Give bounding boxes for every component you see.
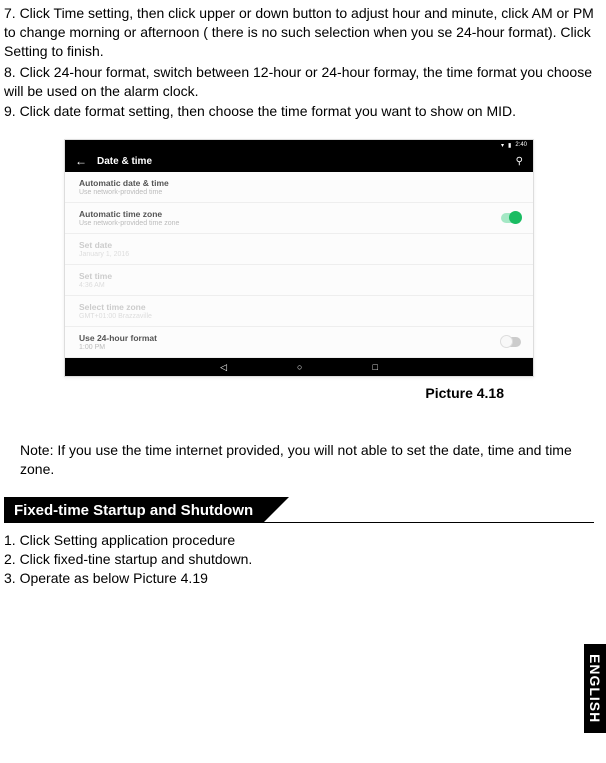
- search-icon[interactable]: ⚲: [516, 156, 523, 167]
- status-time: 2:40: [515, 142, 527, 148]
- nav-back-icon[interactable]: ◁: [220, 362, 227, 373]
- sub-use-24h: 1:00 PM: [79, 344, 521, 351]
- instruction-7: 7. Click Time setting, then click upper …: [4, 4, 594, 61]
- step-1: 1. Click Setting application procedure: [4, 531, 594, 550]
- tablet-nav-bar: ◁ ○ □: [65, 358, 533, 376]
- section-title: Fixed-time Startup and Shutdown: [4, 497, 263, 523]
- step-2: 2. Click fixed-tine startup and shutdown…: [4, 550, 594, 569]
- sub-set-date: January 1, 2016: [79, 251, 521, 258]
- toggle-auto-timezone[interactable]: [501, 213, 521, 223]
- instruction-9: 9. Click date format setting, then choos…: [4, 102, 594, 121]
- wifi-icon: ▾: [501, 142, 504, 149]
- row-auto-timezone[interactable]: Automatic time zone Use network-provided…: [65, 203, 533, 234]
- label-set-time: Set time: [79, 271, 521, 281]
- note-text: Note: If you use the time internet provi…: [20, 441, 594, 479]
- label-set-date: Set date: [79, 240, 521, 250]
- row-set-time: Set time 4:36 AM: [65, 265, 533, 296]
- toggle-use-24h[interactable]: [501, 337, 521, 347]
- label-use-24h: Use 24-hour format: [79, 333, 521, 343]
- nav-recent-icon[interactable]: □: [372, 362, 377, 372]
- row-use-24h[interactable]: Use 24-hour format 1:00 PM: [65, 327, 533, 358]
- picture-caption: Picture 4.18: [64, 385, 534, 401]
- step-3: 3. Operate as below Picture 4.19: [4, 569, 594, 588]
- battery-icon: ▮: [508, 142, 511, 149]
- row-select-zone: Select time zone GMT+01:00 Brazzaville: [65, 296, 533, 327]
- section-header: Fixed-time Startup and Shutdown: [4, 497, 594, 523]
- label-auto-zone: Automatic time zone: [79, 209, 521, 219]
- sub-select-zone: GMT+01:00 Brazzaville: [79, 313, 521, 320]
- header-title: Date & time: [97, 156, 152, 167]
- nav-home-icon[interactable]: ○: [297, 362, 302, 372]
- row-auto-date-time[interactable]: Automatic date & time Use network-provid…: [65, 172, 533, 203]
- sub-auto-zone: Use network-provided time zone: [79, 220, 521, 227]
- back-arrow-icon[interactable]: ←: [75, 154, 87, 168]
- sub-auto-date: Use network-provided time: [79, 189, 521, 196]
- status-bar: ▾ ▮ 2:40: [65, 140, 533, 150]
- language-side-tab: ENGLISH: [584, 644, 606, 733]
- tablet-header: ← Date & time ⚲: [65, 150, 533, 172]
- label-auto-date: Automatic date & time: [79, 178, 521, 188]
- tablet-screenshot: ▾ ▮ 2:40 ← Date & time ⚲ Automatic date …: [64, 139, 534, 377]
- instruction-8: 8. Click 24-hour format, switch between …: [4, 63, 594, 101]
- row-set-date: Set date January 1, 2016: [65, 234, 533, 265]
- sub-set-time: 4:36 AM: [79, 282, 521, 289]
- label-select-zone: Select time zone: [79, 302, 521, 312]
